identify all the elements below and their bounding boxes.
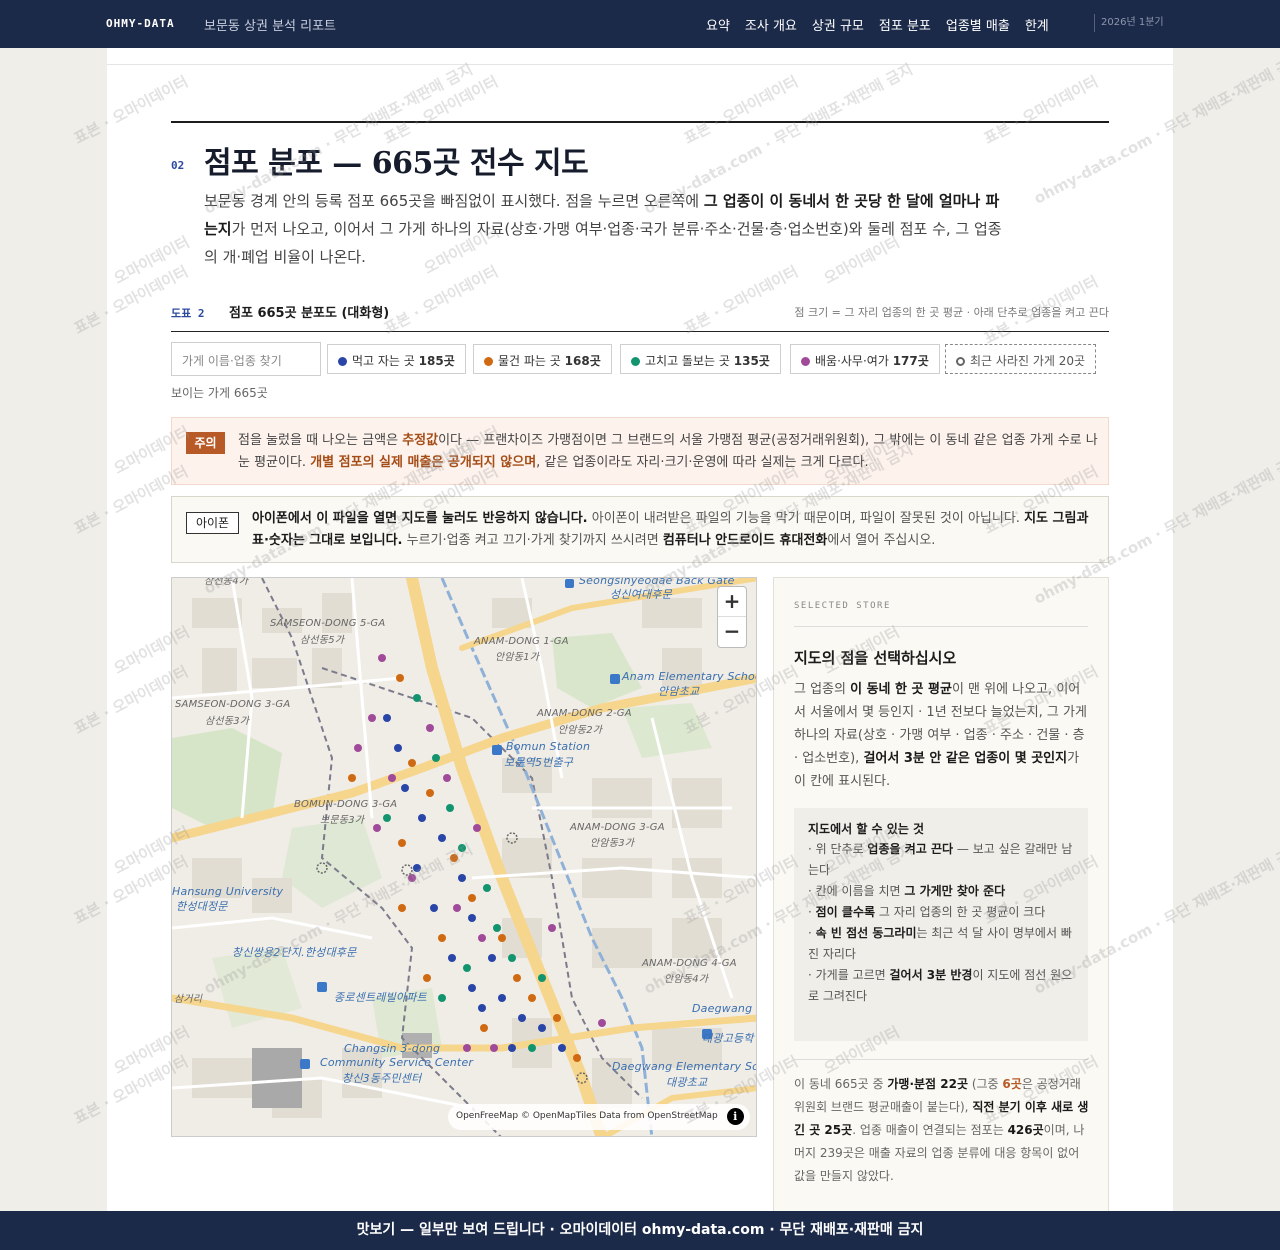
divider bbox=[794, 1059, 1088, 1060]
store-map[interactable]: SAMSEON-DONG 5-GA 삼선동5가 ANAM-DONG 1-GA 안… bbox=[171, 577, 757, 1137]
map-poi-label: 대광초교 bbox=[666, 1076, 708, 1089]
map-label: BOMUN-DONG 3-GA bbox=[294, 799, 398, 810]
map-attribution: OpenFreeMap © OpenMapTiles Data from Ope… bbox=[448, 1104, 750, 1130]
map-poi-label: 대광고등학 bbox=[702, 1032, 754, 1045]
map-poi-label: Community Service Center bbox=[320, 1056, 474, 1069]
zoom-in-button[interactable]: + bbox=[718, 587, 746, 617]
map-poi-label: Hansung University bbox=[172, 885, 284, 898]
nav-item-sales[interactable]: 업종별 매출 bbox=[946, 15, 1010, 34]
map-label: 안암동3가 bbox=[590, 838, 635, 849]
zoom-control: + − bbox=[717, 586, 747, 648]
store-search-input[interactable]: 가게 이름·업종 찾기 bbox=[171, 342, 321, 376]
map-label: SAMSEON-DONG 3-GA bbox=[175, 699, 291, 710]
map-poi-label: 종로센트레빌아파트 bbox=[334, 991, 427, 1004]
map-poi-label: 창신쌍용2단지.한성대후문 bbox=[232, 946, 357, 959]
section-lead: 보문동 경계 안의 등록 점포 665곳을 빠짐없이 표시했다. 점을 누르면 … bbox=[204, 192, 1002, 266]
visible-count: 보이는 가게 665곳 bbox=[171, 386, 268, 400]
notice-tag: 주의 bbox=[186, 432, 225, 454]
report-subtitle: 보문동 상권 분석 리포트 bbox=[204, 19, 336, 34]
repair-care-dot-icon bbox=[631, 357, 640, 366]
filter-food-lodging-button[interactable]: 먹고 자는 곳 185곳 bbox=[327, 344, 466, 374]
nav-item-distribution[interactable]: 점포 분포 bbox=[879, 15, 931, 34]
panel-heading: 지도의 점을 선택하십시오 bbox=[794, 649, 957, 667]
map-label: 삼선동4가 bbox=[204, 577, 249, 587]
food-lodging-dot-icon bbox=[338, 357, 347, 366]
selected-store-panel: SELECTED STORE 지도의 점을 선택하십시오 그 업종의 이 동네 … bbox=[773, 577, 1109, 1217]
iphone-text: 아이폰에서 이 파일을 열면 지도를 눌러도 반응하지 않습니다. 아이폰이 내… bbox=[252, 511, 1089, 548]
map-poi-label: Changsin 3-dong bbox=[344, 1042, 441, 1055]
map-label: 안암동1가 bbox=[495, 652, 540, 663]
section-rule bbox=[171, 121, 1109, 123]
map-label: 삼선동3가 bbox=[205, 716, 250, 727]
map-label: ANAM-DONG 4-GA bbox=[642, 958, 737, 969]
divider bbox=[794, 626, 1088, 627]
nav-item-overview[interactable]: 조사 개요 bbox=[745, 15, 797, 34]
figure-header: 도표 2 점포 665곳 분포도 (대화형) 점 크기 = 그 자리 업종의 한… bbox=[171, 300, 1109, 332]
map-poi-label: 한성대정문 bbox=[176, 900, 228, 913]
filter-education-office-button[interactable]: 배움·사무·여가 177곳 bbox=[790, 344, 940, 374]
report-period: 2026년 1분기 bbox=[1094, 14, 1164, 32]
map-label: ANAM-DONG 2-GA bbox=[537, 708, 632, 719]
map-label: ANAM-DONG 3-GA bbox=[570, 822, 665, 833]
top-navigation: OHMY-DATA 보문동 상권 분석 리포트 요약 조사 개요 상권 규모 점… bbox=[0, 0, 1280, 48]
info-icon[interactable]: i bbox=[726, 1108, 744, 1125]
iphone-notice: 아이폰 아이폰에서 이 파일을 열면 지도를 눌러도 반응하지 않습니다. 아이… bbox=[171, 496, 1109, 563]
figure-label: 도표 2 bbox=[171, 307, 205, 320]
filter-bar: 가게 이름·업종 찾기 먹고 자는 곳 185곳 물건 파는 곳 168곳 고치… bbox=[171, 342, 1109, 376]
panel-kicker: SELECTED STORE bbox=[794, 601, 891, 611]
nav-menu: 요약 조사 개요 상권 규모 점포 분포 업종별 매출 한계 bbox=[706, 15, 1064, 34]
closed-ring-icon bbox=[956, 357, 965, 366]
map-tiles bbox=[172, 578, 756, 1136]
map-label: 안암동2가 bbox=[558, 725, 603, 736]
map-poi-label: Daegwang Elementary School bbox=[612, 1060, 756, 1073]
map-howto-box: 지도에서 할 수 있는 것 · 위 단추로 업종을 켜고 끈다 — 보고 싶은 … bbox=[794, 808, 1088, 1041]
figure-title: 점포 665곳 분포도 (대화형) bbox=[229, 306, 390, 321]
nav-item-limits[interactable]: 한계 bbox=[1025, 15, 1049, 34]
education-dot-icon bbox=[801, 357, 810, 366]
panel-stats: 이 동네 665곳 중 가맹·분점 22곳 (그중 6곳은 공정거래위원회 브랜… bbox=[794, 1077, 1089, 1183]
howto-item: · 위 단추로 업종을 켜고 끈다 — 보고 싶은 갈래만 남는다 bbox=[808, 842, 1073, 877]
nav-item-summary[interactable]: 요약 bbox=[706, 15, 730, 34]
map-label: SAMSEON-DONG 5-GA bbox=[270, 618, 386, 629]
map-poi-label: 창신3동주민센터 bbox=[342, 1072, 422, 1085]
map-label: 보문동3가 bbox=[320, 815, 365, 826]
divider bbox=[107, 64, 1173, 65]
report-page: 02 점포 분포 — 665곳 전수 지도 보문동 경계 안의 등록 점포 66… bbox=[107, 48, 1173, 1217]
nav-item-scale[interactable]: 상권 규모 bbox=[812, 15, 864, 34]
zoom-out-button[interactable]: − bbox=[718, 617, 746, 647]
iphone-tag: 아이폰 bbox=[186, 512, 239, 534]
map-poi-label: 성신여대후문 bbox=[610, 588, 672, 601]
map-label: 안암동4가 bbox=[664, 974, 709, 985]
preview-footer: 맛보기 — 일부만 보여 드립니다 · 오마이데이터 ohmy-data.com… bbox=[0, 1211, 1280, 1250]
brand-logo[interactable]: OHMY-DATA bbox=[106, 17, 175, 30]
estimate-notice: 주의 점을 눌렀을 때 나오는 금액은 추정값이다 — 프랜차이즈 가맹점이면 … bbox=[171, 417, 1109, 485]
howto-item: · 가게를 고르면 걸어서 3분 반경이 지도에 점선 원으로 그려진다 bbox=[808, 968, 1073, 1003]
map-label: 삼거리 bbox=[174, 994, 203, 1005]
figure-note: 점 크기 = 그 자리 업종의 한 곳 평균 · 아래 단추로 업종을 켜고 끈… bbox=[794, 306, 1109, 319]
panel-description: 그 업종의 이 동네 한 곳 평균이 맨 위에 나오고, 이어서 서울에서 몇 … bbox=[794, 682, 1087, 789]
map-label: 삼선동5가 bbox=[300, 635, 345, 646]
notice-text: 점을 눌렀을 때 나오는 금액은 추정값이다 — 프랜차이즈 가맹점이면 그 브… bbox=[238, 433, 1098, 470]
map-poi-label: Daegwang High School bbox=[692, 1002, 756, 1015]
section-number: 02 bbox=[171, 159, 185, 172]
map-label: ANAM-DONG 1-GA bbox=[474, 636, 569, 647]
map-poi-label: 보문역5번출구 bbox=[504, 756, 574, 769]
filter-closed-stores-button[interactable]: 최근 사라진 가게 20곳 bbox=[945, 344, 1097, 374]
map-poi-label: Bomun Station bbox=[506, 740, 591, 753]
retail-dot-icon bbox=[484, 357, 493, 366]
howto-title: 지도에서 할 수 있는 것 bbox=[808, 822, 925, 836]
howto-item: · 칸에 이름을 치면 그 가게만 찾아 준다 bbox=[808, 884, 1006, 898]
map-poi-label: 안암초교 bbox=[658, 685, 700, 698]
filter-repair-care-button[interactable]: 고치고 돌보는 곳 135곳 bbox=[620, 344, 781, 374]
howto-item: · 속 빈 점선 동그라미는 최근 석 달 사이 명부에서 빠진 자리다 bbox=[808, 926, 1072, 961]
section-title: 점포 분포 — 665곳 전수 지도 bbox=[204, 146, 589, 181]
howto-item: · 점이 클수록 그 자리 업종의 한 곳 평균이 크다 bbox=[808, 905, 1046, 919]
map-poi-label: Anam Elementary School bbox=[622, 670, 757, 683]
filter-retail-button[interactable]: 물건 파는 곳 168곳 bbox=[473, 344, 612, 374]
